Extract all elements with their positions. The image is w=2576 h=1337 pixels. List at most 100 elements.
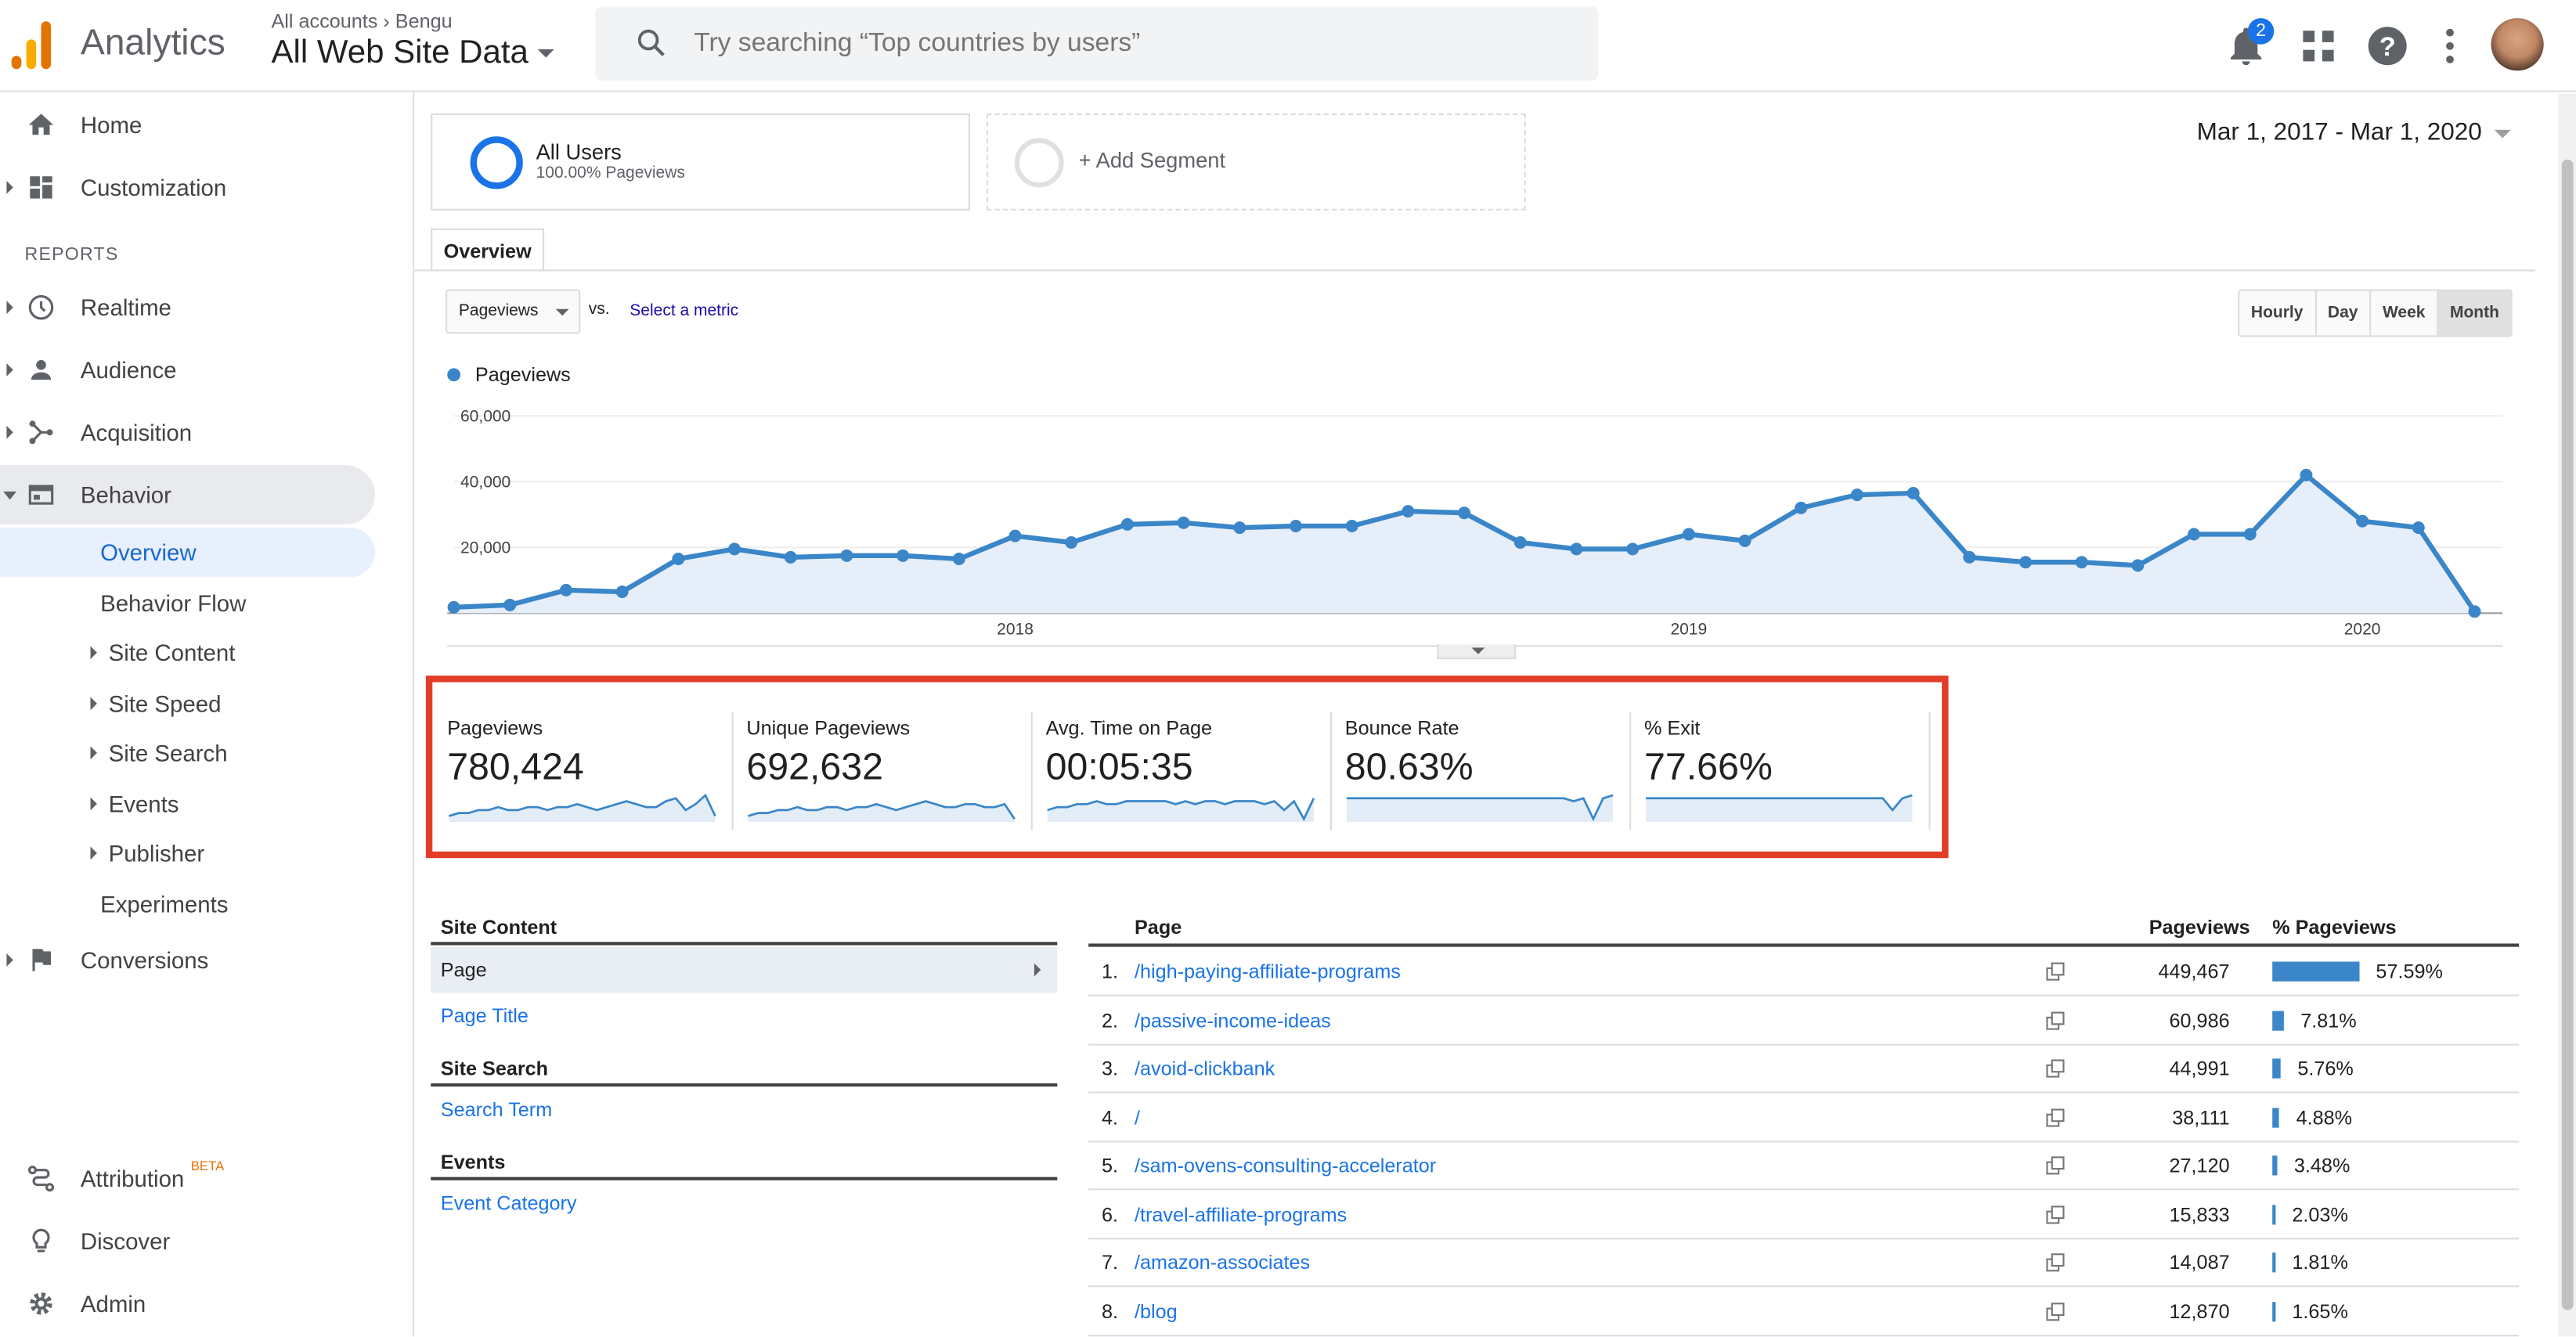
data-point[interactable] bbox=[1065, 536, 1078, 549]
data-point[interactable] bbox=[897, 549, 910, 562]
data-point[interactable] bbox=[1289, 520, 1302, 532]
data-point[interactable] bbox=[1907, 487, 1920, 499]
sidebar-item-site-search[interactable]: Site Search bbox=[0, 728, 375, 777]
sidebar-item-publisher[interactable]: Publisher bbox=[0, 828, 375, 878]
month-button[interactable]: Month bbox=[2438, 290, 2511, 336]
data-point[interactable] bbox=[2188, 528, 2201, 541]
breadcrumb[interactable]: All accounts › Bengu bbox=[271, 10, 452, 33]
data-point[interactable] bbox=[1345, 520, 1358, 532]
scrollbar-thumb[interactable] bbox=[2561, 159, 2574, 1310]
scorecard[interactable]: Unique Pageviews 692,632 bbox=[746, 712, 1033, 831]
data-point[interactable] bbox=[1626, 542, 1640, 556]
scorecard[interactable]: Pageviews 780,424 bbox=[447, 712, 734, 831]
scrollbar[interactable] bbox=[2558, 93, 2576, 1337]
open-external-icon[interactable] bbox=[2045, 1204, 2065, 1223]
sidebar-item-events[interactable]: Events bbox=[0, 779, 375, 828]
data-point[interactable] bbox=[2412, 521, 2425, 535]
more-vert-icon[interactable] bbox=[2427, 23, 2473, 69]
search-box[interactable] bbox=[595, 6, 1599, 81]
open-external-icon[interactable] bbox=[2045, 1010, 2065, 1029]
sidebar-item-home[interactable]: Home bbox=[0, 96, 375, 155]
sidebar-item-realtime[interactable]: Realtime bbox=[0, 278, 375, 337]
data-point[interactable] bbox=[1795, 501, 1808, 514]
data-point[interactable] bbox=[2300, 468, 2313, 481]
scorecard[interactable]: Bounce Rate 80.63% bbox=[1345, 712, 1632, 831]
data-point[interactable] bbox=[560, 583, 572, 596]
page-link[interactable]: /passive-income-ideas bbox=[1135, 1008, 1331, 1031]
tab-overview[interactable]: Overview bbox=[431, 228, 545, 272]
page-link[interactable]: /avoid-clickbank bbox=[1135, 1057, 1275, 1079]
sidebar-item-site-speed[interactable]: Site Speed bbox=[0, 679, 375, 728]
sidebar-item-behavior-flow[interactable]: Behavior Flow bbox=[0, 578, 375, 628]
data-point[interactable] bbox=[1233, 521, 1247, 535]
data-point[interactable] bbox=[2131, 559, 2145, 572]
data-point[interactable] bbox=[1963, 550, 1976, 564]
data-point[interactable] bbox=[503, 598, 517, 611]
page-link[interactable]: /amazon-associates bbox=[1135, 1251, 1310, 1274]
add-segment-button[interactable]: + Add Segment bbox=[987, 113, 1526, 211]
data-point[interactable] bbox=[2468, 605, 2481, 618]
data-point[interactable] bbox=[784, 550, 797, 564]
open-external-icon[interactable] bbox=[2045, 962, 2065, 982]
page-link[interactable]: /blog bbox=[1135, 1299, 1178, 1322]
dimension-page-title[interactable]: Page Title bbox=[431, 993, 1057, 1039]
scorecard[interactable]: % Exit 77.66% bbox=[1644, 712, 1931, 831]
data-point[interactable] bbox=[2075, 556, 2088, 569]
select-metric-link[interactable]: Select a metric bbox=[630, 302, 738, 320]
sidebar-item-audience[interactable]: Audience bbox=[0, 341, 375, 400]
data-point[interactable] bbox=[1850, 488, 1863, 502]
sidebar-item-overview[interactable]: Overview bbox=[0, 528, 375, 578]
week-button[interactable]: Week bbox=[2371, 290, 2439, 336]
data-point[interactable] bbox=[1402, 505, 1415, 518]
search-input[interactable] bbox=[694, 6, 1550, 81]
data-point[interactable] bbox=[672, 553, 685, 565]
analytics-logo-icon[interactable] bbox=[11, 20, 55, 70]
segment-all-users[interactable]: All Users 100.00% Pageviews bbox=[431, 113, 970, 211]
data-point[interactable] bbox=[2243, 528, 2257, 541]
hourly-button[interactable]: Hourly bbox=[2239, 290, 2317, 336]
data-point[interactable] bbox=[615, 586, 629, 598]
sidebar-item-discover[interactable]: Discover bbox=[0, 1212, 375, 1271]
data-point[interactable] bbox=[2356, 514, 2369, 528]
date-range-picker[interactable]: Mar 1, 2017 - Mar 1, 2020 bbox=[2197, 118, 2512, 146]
apps-grid-icon[interactable] bbox=[2296, 23, 2342, 69]
sidebar-item-acquisition[interactable]: Acquisition bbox=[0, 403, 375, 463]
col-header-pct-pageviews[interactable]: % Pageviews bbox=[2272, 916, 2396, 939]
sidebar-item-behavior[interactable]: Behavior bbox=[0, 465, 375, 524]
open-external-icon[interactable] bbox=[2045, 1107, 2065, 1126]
sidebar-item-site-content[interactable]: Site Content bbox=[0, 628, 375, 677]
col-header-pageviews[interactable]: Pageviews bbox=[2149, 916, 2250, 939]
sidebar-item-conversions[interactable]: Conversions bbox=[0, 931, 375, 990]
page-link[interactable]: /travel-affiliate-programs bbox=[1135, 1202, 1347, 1225]
data-point[interactable] bbox=[728, 542, 741, 556]
pageviews-chart[interactable]: 60,000 40,000 20,000 2018 2019 2020 bbox=[431, 395, 2519, 658]
dimension-event-category[interactable]: Event Category bbox=[431, 1180, 1057, 1227]
data-point[interactable] bbox=[447, 600, 460, 614]
open-external-icon[interactable] bbox=[2045, 1058, 2065, 1078]
data-point[interactable] bbox=[952, 553, 965, 565]
sidebar-item-customization[interactable]: Customization bbox=[0, 158, 375, 218]
data-point[interactable] bbox=[2019, 556, 2032, 569]
data-point[interactable] bbox=[1008, 529, 1022, 542]
open-external-icon[interactable] bbox=[2045, 1252, 2065, 1272]
data-point[interactable] bbox=[1120, 517, 1134, 531]
sidebar-item-experiments[interactable]: Experiments bbox=[0, 880, 375, 929]
dimension-page[interactable]: Page bbox=[431, 946, 1058, 993]
data-point[interactable] bbox=[1570, 542, 1583, 556]
dimension-search-term[interactable]: Search Term bbox=[431, 1087, 1057, 1133]
metric-select[interactable]: Pageviews bbox=[446, 289, 581, 334]
data-point[interactable] bbox=[1738, 534, 1752, 547]
help-icon[interactable]: ? bbox=[2365, 23, 2411, 69]
sidebar-item-admin[interactable]: Admin bbox=[0, 1274, 375, 1333]
page-link[interactable]: / bbox=[1135, 1105, 1140, 1128]
property-selector[interactable]: All Web Site Data bbox=[271, 34, 555, 72]
page-link[interactable]: /sam-ovens-consulting-accelerator bbox=[1135, 1154, 1436, 1177]
data-point[interactable] bbox=[1177, 516, 1190, 529]
scorecard[interactable]: Avg. Time on Page 00:05:35 bbox=[1046, 712, 1332, 831]
open-external-icon[interactable] bbox=[2045, 1155, 2065, 1175]
open-external-icon[interactable] bbox=[2045, 1301, 2065, 1321]
page-link[interactable]: /high-paying-affiliate-programs bbox=[1135, 960, 1401, 982]
data-point[interactable] bbox=[1682, 528, 1695, 541]
sidebar-item-attribution[interactable]: Attribution BETA bbox=[0, 1149, 375, 1209]
data-point[interactable] bbox=[1513, 536, 1527, 549]
